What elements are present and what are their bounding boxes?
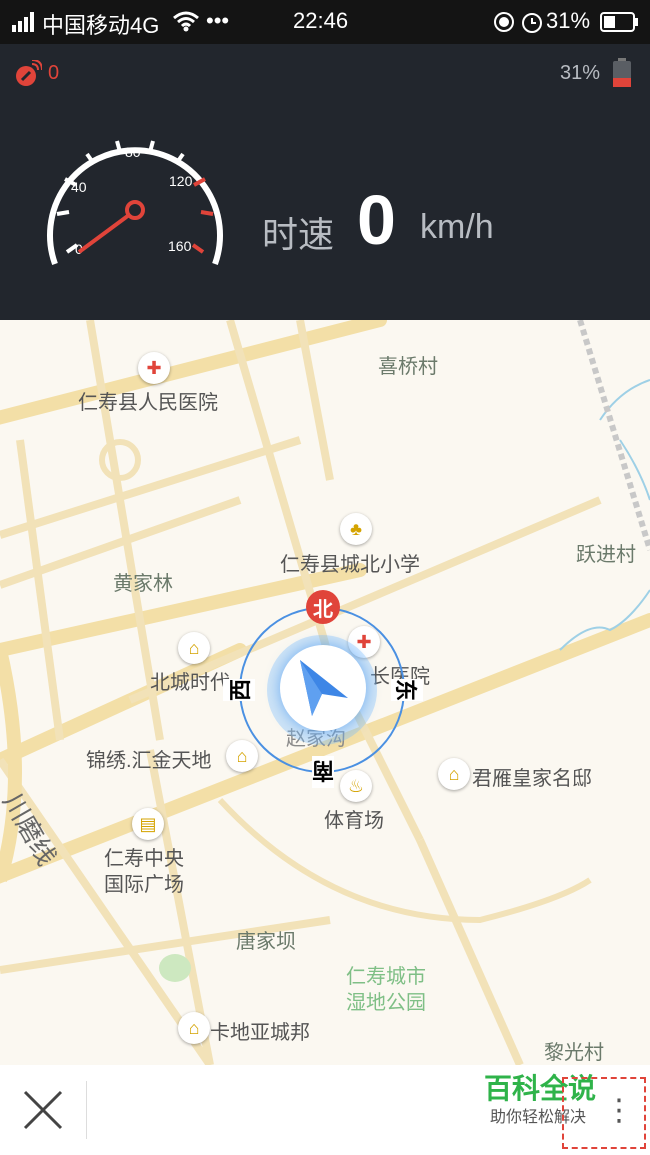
- map-label-jinxiu[interactable]: 锦绣.汇金天地: [86, 744, 212, 773]
- close-icon: [23, 1090, 63, 1130]
- wifi-icon: [172, 10, 200, 38]
- map-label-wetland-1[interactable]: 仁寿城市: [346, 960, 426, 989]
- status-bar: 中国移动4G ••• 22:46 31%: [0, 0, 650, 44]
- bottom-divider: [86, 1081, 87, 1139]
- compass-east-label: 东: [391, 678, 424, 702]
- building-icon[interactable]: ▤: [132, 808, 164, 840]
- more-options-button[interactable]: ⋮: [562, 1077, 646, 1149]
- map-label-school[interactable]: 仁寿县城北小学: [280, 548, 420, 577]
- device-battery-icon: [612, 58, 632, 93]
- map-label-tangjiaba: 唐家坝: [236, 931, 296, 953]
- battery-icon: [600, 12, 640, 38]
- speed-panel: 0 40 80 120 160 时速 0 km/h: [0, 104, 650, 320]
- map-label-renshou-center-2[interactable]: 国际广场: [104, 868, 184, 897]
- speedometer-gauge: 0 40 80 120 160: [47, 140, 223, 266]
- map-label-xiqiao-village: 喜桥村: [378, 356, 438, 378]
- gauge-tick-120: 120: [169, 173, 193, 189]
- more-options-icon: ⋮: [604, 1094, 634, 1127]
- location-icon: [492, 10, 516, 40]
- map-label-huangjialin: 黄家林: [113, 573, 173, 595]
- map-label-yuejin-village: 跃进村: [576, 544, 636, 566]
- satellite-icon: [14, 59, 43, 93]
- speed-label: 时速: [262, 214, 335, 255]
- map-label-stadium[interactable]: 体育场: [324, 804, 384, 833]
- gauge-tick-80: 80: [125, 144, 141, 160]
- current-location-marker[interactable]: [280, 645, 366, 731]
- speed-unit: km/h: [420, 208, 494, 246]
- close-button[interactable]: [18, 1085, 68, 1135]
- school-icon[interactable]: ♣: [340, 513, 372, 545]
- map-label-hospital[interactable]: 仁寿县人民医院: [78, 386, 218, 415]
- carrier-text: 中国移动4G: [42, 13, 160, 38]
- gauge-tick-40: 40: [71, 179, 87, 195]
- navigation-arrow-icon: [300, 660, 348, 716]
- map-label-kadiya[interactable]: 卡地亚城邦: [210, 1016, 310, 1045]
- building-icon[interactable]: ⌂: [178, 1012, 210, 1044]
- battery-percent: 31%: [546, 8, 591, 33]
- building-icon[interactable]: ⌂: [438, 758, 470, 790]
- map-label-renshou-center-1[interactable]: 仁寿中央: [104, 842, 184, 871]
- map-label-wetland-2[interactable]: 湿地公园: [346, 986, 426, 1015]
- compass-north: 北: [306, 590, 340, 624]
- satellite-count: 0: [48, 62, 60, 84]
- map-view[interactable]: 喜桥村 ✚ 仁寿县人民医院 跃进村 ♣ 仁寿县城北小学 黄家林 ⌂ 北城时代 ✚…: [0, 320, 650, 1065]
- speed-value: 0: [357, 181, 396, 259]
- signal-icon: [12, 12, 36, 38]
- compass-south-label: 南: [312, 756, 335, 788]
- more-dots: •••: [206, 8, 230, 33]
- device-status-bar: 0 31%: [0, 44, 650, 105]
- alarm-icon: [520, 10, 544, 40]
- hospital-icon[interactable]: ✚: [138, 352, 170, 384]
- map-label-junyan[interactable]: 君雁皇家名邸: [472, 762, 592, 791]
- building-icon[interactable]: ⌂: [178, 632, 210, 664]
- map-label-beicheng[interactable]: 北城时代: [150, 666, 230, 695]
- compass-north-label: 北: [313, 598, 333, 621]
- clock-text: 22:46: [293, 8, 349, 33]
- compass-west-label: 西: [223, 678, 256, 702]
- device-battery-text: 31%: [560, 62, 601, 84]
- gauge-needle: [77, 210, 135, 254]
- bottom-bar: 百科全说 助你轻松解决 ⋮: [0, 1065, 650, 1155]
- map-label-liguang: 黎光村: [544, 1042, 604, 1064]
- gauge-tick-160: 160: [168, 238, 192, 254]
